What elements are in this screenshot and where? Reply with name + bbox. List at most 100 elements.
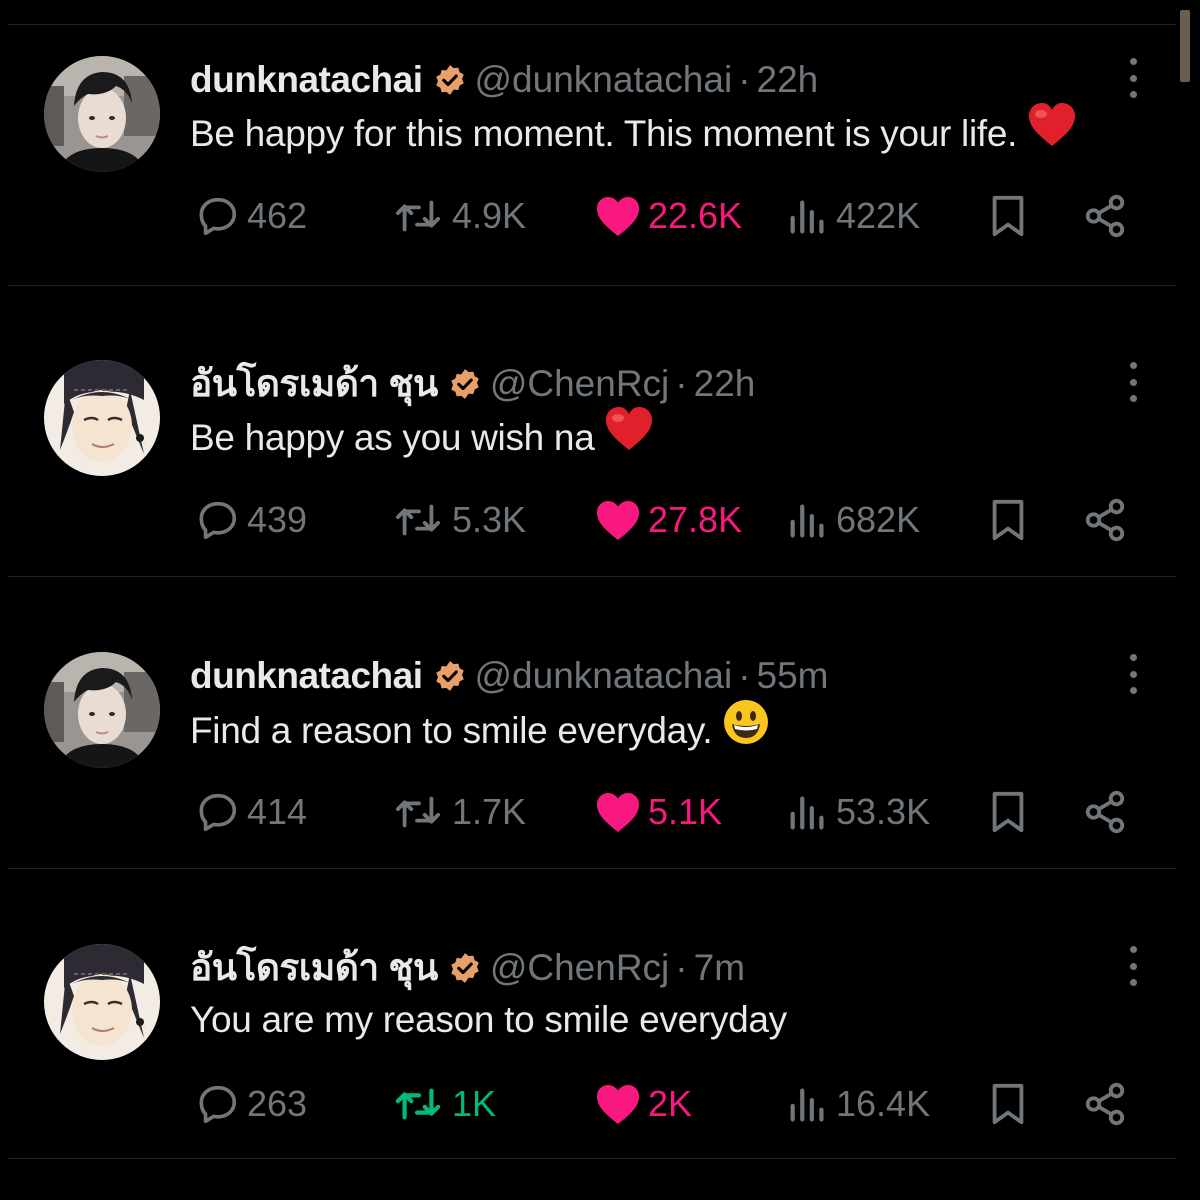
tweet-header: dunknatachai @dunknatachai · 22h [190,56,818,104]
retweet-count: 5.3K [452,499,527,540]
tweet-divider [8,868,1176,869]
retweet-icon [390,193,446,239]
reply-count: 414 [247,791,308,832]
retweet-count: 4.9K [452,195,527,236]
timestamp[interactable]: 22h [757,56,819,104]
view-count: 422K [836,195,921,236]
display-name[interactable]: dunknatachai [190,652,423,700]
bookmark-button[interactable] [988,490,1034,550]
heart-icon [594,194,642,238]
avatar[interactable] [44,56,160,172]
reply-button[interactable]: 439 [195,490,307,550]
reply-icon [195,193,241,239]
share-button[interactable] [1082,782,1134,842]
verified-badge-icon [433,659,467,693]
reply-count: 439 [247,499,308,540]
avatar[interactable] [44,360,160,476]
retweet-button[interactable]: 1.7K [390,782,526,842]
share-button[interactable] [1082,186,1134,246]
bookmark-icon [988,1081,1028,1127]
share-button[interactable] [1082,490,1134,550]
handle[interactable]: @ChenRcj [490,360,669,408]
reply-icon [195,1081,241,1127]
reply-button[interactable]: 462 [195,186,307,246]
like-button[interactable]: 27.8K [594,490,742,550]
tweet[interactable]: อันโดรเมด้า ชุน @ChenRcj · 22h Be happy … [0,330,1176,590]
display-name[interactable]: อันโดรเมด้า ชุน [190,944,438,992]
retweet-button[interactable]: 4.9K [390,186,526,246]
share-icon [1082,1081,1128,1127]
reply-button[interactable]: 414 [195,782,307,842]
separator-dot: · [675,363,688,404]
separator-dot: · [738,59,751,100]
tweet-header: อันโดรเมด้า ชุน @ChenRcj · 7m [190,944,745,992]
like-button[interactable]: 5.1K [594,782,722,842]
more-options-icon[interactable] [1118,946,1148,986]
tweet-header: dunknatachai @dunknatachai · 55m [190,652,829,700]
avatar[interactable] [44,944,160,1060]
timestamp[interactable]: 55m [757,652,829,700]
tweet-text-content: Be happy for this moment. This moment is… [190,112,1018,154]
view-count: 16.4K [836,1083,931,1124]
tweet-text: Find a reason to smile everyday. [190,700,770,764]
like-count: 2K [648,1083,693,1124]
red-heart-emoji-icon [1027,102,1077,162]
views-button[interactable]: 682K [786,490,920,550]
bookmark-icon [988,789,1028,835]
tweet-text-content: You are my reason to smile everyday [190,999,787,1040]
retweet-count: 1K [452,1083,497,1124]
tweet-text: Be happy as you wish na [190,407,654,470]
view-count: 682K [836,499,921,540]
separator-dot: · [738,655,751,696]
retweet-count: 1.7K [452,791,527,832]
retweet-icon [390,1081,446,1127]
tweet-divider [8,576,1176,577]
tweet[interactable]: dunknatachai @dunknatachai · 22h Be happ… [0,26,1176,286]
timestamp[interactable]: 22h [694,360,756,408]
share-button[interactable] [1082,1074,1134,1134]
like-count: 22.6K [648,195,743,236]
reply-count: 263 [247,1083,308,1124]
handle[interactable]: @dunknatachai [475,652,733,700]
display-name[interactable]: อันโดรเมด้า ชุน [190,360,438,408]
more-options-icon[interactable] [1118,654,1148,694]
views-button[interactable]: 422K [786,186,920,246]
retweet-icon [390,789,446,835]
verified-badge-icon [448,951,482,985]
scrollbar-thumb[interactable] [1180,10,1190,82]
bookmark-button[interactable] [988,186,1034,246]
more-options-icon[interactable] [1118,362,1148,402]
tweet-header: อันโดรเมด้า ชุน @ChenRcj · 22h [190,360,755,408]
like-button[interactable]: 22.6K [594,186,742,246]
bookmark-button[interactable] [988,1074,1034,1134]
handle[interactable]: @ChenRcj [490,944,669,992]
display-name[interactable]: dunknatachai [190,56,423,104]
timestamp[interactable]: 7m [694,944,745,992]
views-button[interactable]: 16.4K [786,1074,930,1134]
views-button[interactable]: 53.3K [786,782,930,842]
tweet-text: Be happy for this moment. This moment is… [190,103,1077,166]
analytics-bars-icon [786,193,830,239]
retweet-icon [390,497,446,543]
heart-icon [594,498,642,542]
bottom-divider [8,1158,1176,1159]
retweet-button[interactable]: 1K [390,1074,496,1134]
tweet[interactable]: dunknatachai @dunknatachai · 55m Find a … [0,622,1176,882]
separator-dot: · [675,947,688,988]
reply-count: 462 [247,195,308,236]
like-button[interactable]: 2K [594,1074,692,1134]
bookmark-button[interactable] [988,782,1034,842]
more-options-icon[interactable] [1118,58,1148,98]
action-bar: 439 5.3K 27.8K 682K [0,490,1176,550]
reply-icon [195,789,241,835]
red-heart-emoji-icon [604,406,654,466]
bookmark-icon [988,193,1028,239]
tweet[interactable]: อันโดรเมด้า ชุน @ChenRcj · 7m You are my… [0,914,1176,1174]
handle[interactable]: @dunknatachai [475,56,733,104]
analytics-bars-icon [786,1081,830,1127]
share-icon [1082,789,1128,835]
action-bar: 462 4.9K 22.6K 422K [0,186,1176,246]
retweet-button[interactable]: 5.3K [390,490,526,550]
reply-button[interactable]: 263 [195,1074,307,1134]
avatar[interactable] [44,652,160,768]
